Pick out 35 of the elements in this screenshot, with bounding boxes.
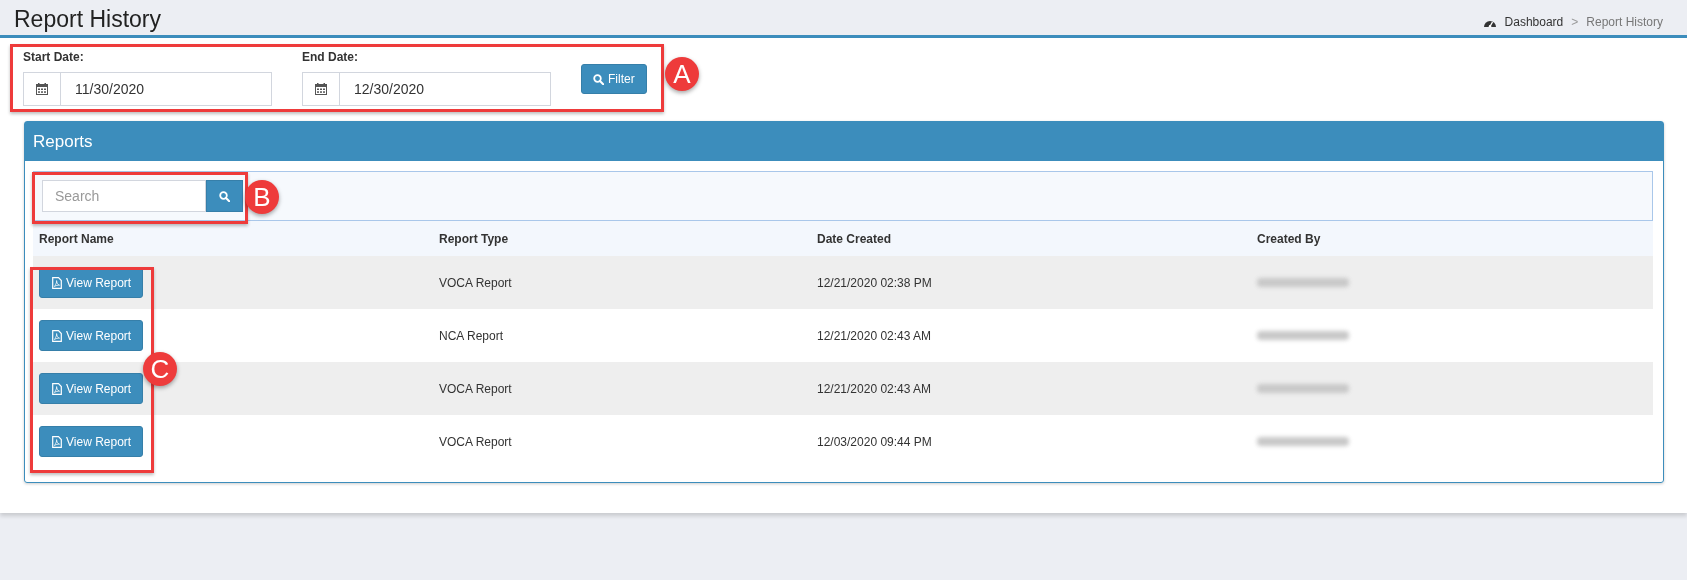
table-cell: 12/21/2020 02:43 AM bbox=[817, 381, 932, 396]
breadcrumb-separator: > bbox=[1571, 15, 1579, 29]
table-cell: NCA Report bbox=[439, 328, 504, 343]
pdf-file-icon bbox=[52, 435, 62, 448]
table-cell: 12/21/2020 02:38 PM bbox=[817, 275, 932, 290]
search-field[interactable]: Search bbox=[42, 180, 206, 212]
table-cell: VOCA Report bbox=[439, 381, 512, 396]
view-report-button[interactable]: View Report bbox=[39, 373, 144, 404]
search-icon bbox=[593, 73, 604, 85]
search-button[interactable] bbox=[206, 180, 243, 212]
table-cell: VOCA Report bbox=[439, 434, 512, 449]
calendar-icon bbox=[315, 83, 327, 95]
filter-button[interactable]: Filter bbox=[581, 64, 647, 94]
column-header: Date Created bbox=[816, 231, 893, 246]
pdf-file-icon bbox=[52, 276, 62, 289]
column-header: Created By bbox=[1256, 231, 1322, 246]
pdf-file-icon bbox=[52, 382, 62, 395]
table-cell: 12/21/2020 02:43 AM bbox=[817, 328, 932, 343]
breadcrumb-link[interactable]: Report History bbox=[1586, 15, 1663, 29]
page-title: Report History bbox=[14, 5, 161, 33]
table-cell: VOCA Report bbox=[439, 275, 512, 290]
pdf-file-icon bbox=[52, 329, 62, 342]
field-label: End Date: bbox=[302, 50, 359, 66]
calendar-icon bbox=[36, 83, 48, 95]
breadcrumb-link[interactable]: Dashboard bbox=[1504, 15, 1564, 29]
search-icon bbox=[219, 190, 230, 202]
column-header: Report Name bbox=[38, 231, 115, 246]
table-cell: 12/03/2020 09:44 PM bbox=[817, 434, 932, 449]
date-field[interactable]: 11/30/2020 bbox=[23, 72, 272, 106]
view-report-button[interactable]: View Report bbox=[39, 426, 144, 457]
field-label: Start Date: bbox=[23, 50, 85, 66]
view-report-button[interactable]: View Report bbox=[39, 320, 144, 351]
panel-title: Reports bbox=[33, 131, 93, 152]
date-field[interactable]: 12/30/2020 bbox=[302, 72, 551, 106]
column-header: Report Type bbox=[438, 231, 510, 246]
